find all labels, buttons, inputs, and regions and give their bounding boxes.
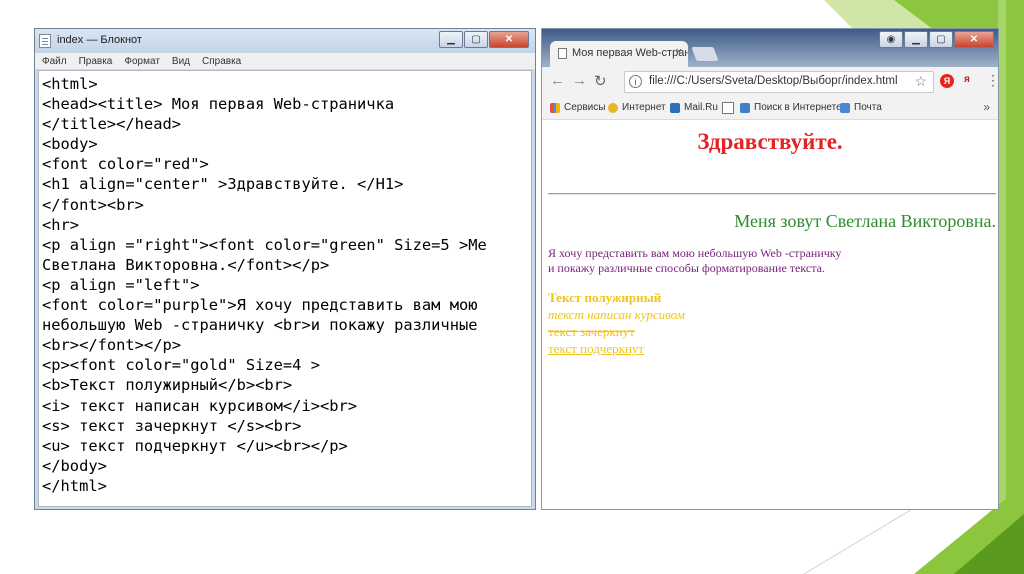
tab-close-icon[interactable]: ×	[676, 46, 682, 58]
search-page-icon	[740, 102, 750, 113]
address-bar[interactable]: i file:///C:/Users/Sveta/Desktop/Выборг/…	[624, 71, 934, 93]
code-line: <font color="purple">Я хочу представить …	[42, 296, 478, 315]
browser-tab[interactable]: Моя первая Web-страни ×	[550, 41, 688, 67]
menu-edit[interactable]: Правка	[79, 56, 113, 67]
bookmark-star-icon[interactable]: ☆	[914, 73, 927, 90]
notepad-icon	[39, 34, 51, 48]
bookmark-label: Почта	[854, 102, 882, 113]
code-text: <html> <head><title> Моя первая Web-стран…	[39, 71, 531, 496]
page-heading: Здравствуйте.	[697, 129, 843, 154]
menu-help[interactable]: Справка	[202, 56, 241, 67]
browser-maximize-button[interactable]: ▢	[929, 31, 953, 48]
url-text: file:///C:/Users/Sveta/Desktop/Выборг/in…	[649, 75, 898, 87]
notepad-window-controls: ▁ ▢ ✕	[438, 31, 529, 48]
bookmark-label: Сервисы	[564, 102, 606, 113]
code-line: <hr>	[42, 215, 80, 234]
menu-dots-icon[interactable]: ⋮	[986, 72, 1000, 89]
strikethrough-text: текст зачеркнут	[548, 324, 635, 339]
notepad-window: index — Блокнот ▁ ▢ ✕ Файл Правка Формат…	[34, 28, 536, 510]
code-line: <h1 align="center" >Здравствуйте. </H1>	[42, 175, 404, 194]
notepad-menubar: Файл Правка Формат Вид Справка	[35, 53, 535, 70]
browser-close-button[interactable]: ✕	[954, 31, 994, 48]
code-line: <body>	[42, 135, 98, 154]
browser-minimize-button[interactable]: ▁	[904, 31, 928, 48]
code-line: </body>	[42, 456, 107, 475]
bookmark-label: Mail.Ru	[684, 102, 718, 113]
close-button[interactable]: ✕	[489, 31, 529, 48]
info-icon[interactable]: i	[629, 75, 642, 88]
italic-text: текст написан курсивом	[548, 307, 685, 322]
bookmark-search[interactable]: Поиск в Интернете	[740, 102, 842, 113]
code-line: небольшую Web -страничку <br>и покажу ра…	[42, 316, 478, 335]
bookmark-label: Интернет	[622, 102, 666, 113]
code-line: <br></font></p>	[42, 336, 181, 355]
new-tab-button[interactable]	[691, 47, 719, 61]
code-line: Светлана Викторовна.</font></p>	[42, 255, 330, 274]
menu-format[interactable]: Формат	[124, 56, 160, 67]
forward-arrow-icon[interactable]: →	[572, 72, 587, 89]
notepad-text-area[interactable]: <html> <head><title> Моя первая Web-стран…	[38, 70, 532, 507]
page-content: Здравствуйте. Меня зовут Светлана Виктор…	[542, 119, 998, 509]
code-line: <head><title> Моя первая Web-страничка	[42, 95, 395, 114]
browser-titlebar: Моя первая Web-страни × ◉ ▁ ▢ ✕	[542, 29, 998, 67]
maximize-button[interactable]: ▢	[464, 31, 488, 48]
notepad-titlebar: index — Блокнот ▁ ▢ ✕	[35, 29, 535, 53]
code-line: </font><br>	[42, 195, 144, 214]
code-line: <font color="red">	[42, 155, 209, 174]
browser-toolbar: ← → ↻ i file:///C:/Users/Sveta/Desktop/В…	[542, 67, 1000, 97]
notepad-title: index — Блокнот	[57, 34, 142, 46]
apps-grid-icon	[550, 102, 560, 113]
minimize-button[interactable]: ▁	[439, 31, 463, 48]
bookmark-mailru[interactable]: Mail.Ru	[670, 102, 718, 113]
chrome-icon	[608, 102, 618, 113]
code-line: </html>	[42, 476, 107, 495]
code-line: </title></head>	[42, 115, 181, 134]
mail-icon	[840, 102, 850, 113]
bookmarks-bar: Сервисы Интернет Mail.Ru Поиск в Интерне…	[542, 97, 998, 120]
purple-line: и покажу различные способы форматировани…	[548, 261, 825, 275]
page-icon	[722, 102, 734, 114]
bookmark-internet[interactable]: Интернет	[608, 102, 666, 113]
mailru-icon	[670, 102, 680, 113]
bookmark-label: Поиск в Интернете	[754, 102, 842, 113]
horizontal-rule	[548, 193, 996, 195]
bookmark-services[interactable]: Сервисы	[550, 102, 605, 113]
code-line: <p><font color="gold" Size=4 >	[42, 356, 320, 375]
slide-decoration-top	[824, 0, 1024, 30]
yandex-search-icon[interactable]: я	[964, 74, 970, 85]
gold-paragraph: Текст полужирный текст написан курсивом …	[548, 289, 685, 357]
code-line: <html>	[42, 75, 98, 93]
yandex-extension-icon[interactable]: Я	[940, 74, 954, 88]
code-line: <b>Текст полужирный</b><br>	[42, 376, 293, 395]
code-line: <s> текст зачеркнут </s><br>	[42, 416, 302, 435]
back-arrow-icon[interactable]: ←	[550, 72, 565, 89]
bold-text: Текст полужирный	[548, 290, 662, 305]
green-paragraph: Меня зовут Светлана Викторовна.	[734, 211, 996, 231]
browser-profile-button[interactable]: ◉	[879, 31, 903, 48]
menu-file[interactable]: Файл	[42, 56, 67, 67]
browser-window-controls: ◉ ▁ ▢ ✕	[878, 31, 994, 48]
bookmark-page[interactable]	[722, 102, 738, 114]
code-line: <p align ="left">	[42, 275, 200, 294]
bookmark-mail[interactable]: Почта	[840, 102, 882, 113]
browser-window: Моя первая Web-страни × ◉ ▁ ▢ ✕ ← → ↻ i …	[541, 28, 1000, 510]
menu-view[interactable]: Вид	[172, 56, 190, 67]
underlined-text: текст подчеркнут	[548, 341, 645, 356]
code-line: <i> текст написан курсивом</i><br>	[42, 396, 358, 415]
purple-paragraph: Я хочу представить вам мою небольшую Web…	[548, 246, 841, 276]
tab-title: Моя первая Web-страни	[572, 47, 688, 59]
code-line: <u> текст подчеркнут </u><br></p>	[42, 436, 348, 455]
page-icon	[558, 48, 567, 59]
more-bookmarks-icon[interactable]: »	[983, 100, 990, 114]
purple-line: Я хочу представить вам мою небольшую Web…	[548, 246, 842, 260]
code-line: <p align ="right"><font color="green" Si…	[42, 235, 487, 254]
reload-icon[interactable]: ↻	[594, 72, 607, 90]
